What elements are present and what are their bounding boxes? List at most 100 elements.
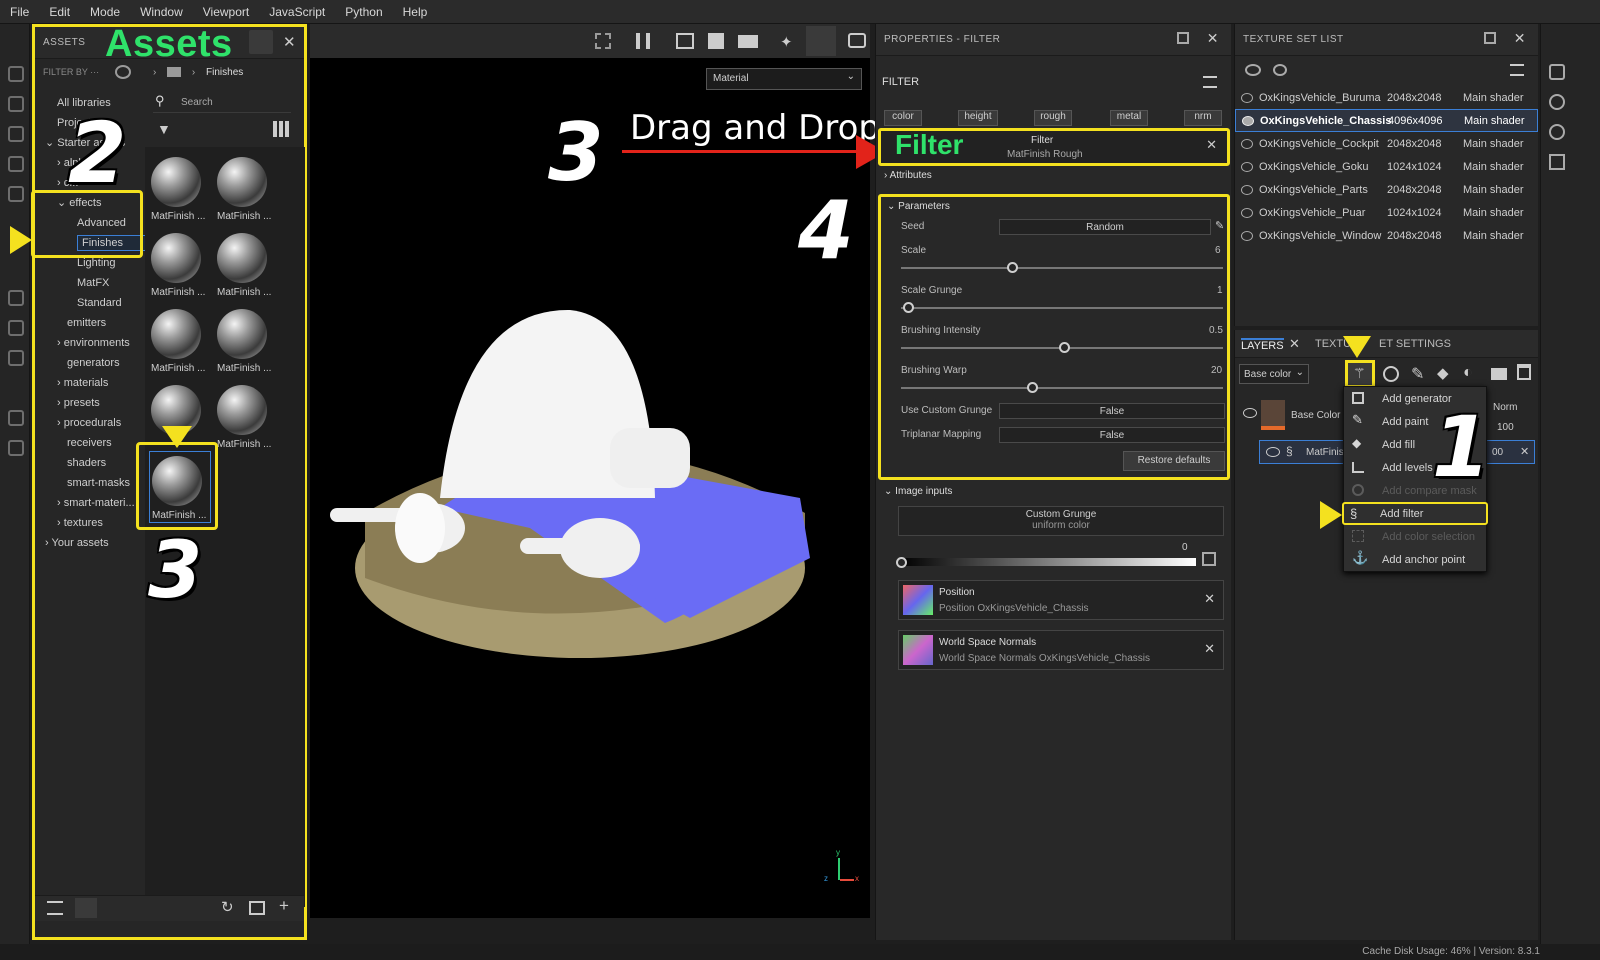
light-icon[interactable]: ✦ (780, 33, 793, 51)
opacity-value[interactable]: 100 (1497, 422, 1514, 433)
search-input[interactable]: Search (181, 97, 213, 108)
history-icon[interactable] (1549, 124, 1565, 140)
brushing-warp-slider-knob[interactable] (1027, 382, 1038, 393)
folder-icon[interactable] (167, 67, 182, 78)
bake-icon[interactable] (8, 320, 24, 336)
grid-view-icon[interactable] (273, 121, 289, 137)
add-fill-layer-icon[interactable]: ◆ (1437, 364, 1449, 382)
restore-defaults-button[interactable]: Restore defaults (1123, 451, 1225, 471)
eye-icon[interactable] (1266, 447, 1280, 457)
camera-icon[interactable] (738, 35, 758, 48)
position-input[interactable]: Position Position OxKingsVehicle_Chassis… (898, 580, 1224, 620)
log-icon[interactable] (1549, 154, 1565, 170)
screenshot-icon[interactable] (848, 33, 866, 48)
use-custom-grunge-field[interactable]: False (999, 403, 1225, 419)
brushing-warp-value[interactable]: 20 (1211, 365, 1222, 376)
shelf-icon[interactable] (8, 350, 24, 366)
edit-icon[interactable]: ✎ (1215, 219, 1224, 232)
menu-icon[interactable] (1510, 64, 1524, 76)
texture-set-row[interactable]: OxKingsVehicle_Cockpit 2048x2048 Main shad… (1235, 132, 1538, 155)
custom-grunge-input[interactable]: Custom Grunge uniform color (898, 506, 1224, 536)
plugin-icon[interactable] (8, 440, 24, 456)
layer-name[interactable]: Base Color (1291, 410, 1340, 421)
add-effect-button[interactable]: ⚚ (1345, 360, 1375, 388)
texture-set-row[interactable]: OxKingsVehicle_Parts 2048x2048 Main shader (1235, 178, 1538, 201)
brushing-warp-slider[interactable] (901, 387, 1223, 389)
scale-grunge-slider[interactable] (901, 307, 1223, 309)
tree-view-icon[interactable] (75, 898, 97, 918)
close-icon[interactable]: ✕ (1514, 30, 1526, 47)
asset-thumb[interactable]: MatFinish ... (217, 309, 271, 374)
eye-icon[interactable] (1241, 230, 1253, 241)
eye-icon[interactable] (1241, 184, 1253, 195)
eye-icon[interactable] (1243, 408, 1257, 418)
maximize-icon[interactable] (249, 30, 273, 54)
tree-standard[interactable]: Standard (43, 293, 143, 313)
asset-thumb[interactable]: MatFinish ... (217, 385, 271, 450)
eye-icon[interactable] (1241, 138, 1253, 149)
channel-nrm[interactable]: nrm (1184, 110, 1222, 126)
menu-mode[interactable]: Mode (90, 5, 120, 19)
asset-thumb[interactable]: MatFinish ... (217, 233, 271, 298)
scale-value[interactable]: 6 (1215, 245, 1221, 256)
brushing-intensity-value[interactable]: 0.5 (1209, 325, 1223, 336)
display-settings-icon[interactable] (8, 410, 24, 426)
scale-grunge-value[interactable]: 1 (1217, 285, 1223, 296)
filter-by-label[interactable]: FILTER BY ··· (43, 67, 99, 77)
tree-your-assets[interactable]: › Your assets (43, 533, 143, 553)
asset-thumb[interactable]: MatFinish ... (217, 157, 271, 222)
blend-mode[interactable]: Norm (1493, 402, 1517, 413)
channel-color[interactable]: color (884, 110, 922, 126)
delete-icon[interactable] (1517, 364, 1531, 380)
seed-field[interactable]: Random (999, 219, 1211, 235)
eye-icon[interactable] (1241, 92, 1253, 103)
clone-icon[interactable] (8, 186, 24, 202)
shader-settings-icon[interactable] (1549, 94, 1565, 110)
opacity-value[interactable]: 00 (1492, 447, 1503, 458)
menu-add-color-selection[interactable]: Add color selection (1344, 525, 1486, 548)
parameters-header[interactable]: ⌄ Parameters (887, 201, 950, 212)
world-space-normals-input[interactable]: World Space Normals World Space Normals … (898, 630, 1224, 670)
scale-grunge-slider-knob[interactable] (903, 302, 914, 313)
projection-icon[interactable] (8, 126, 24, 142)
menu-viewport[interactable]: Viewport (203, 5, 249, 19)
brushing-intensity-slider-knob[interactable] (1059, 342, 1070, 353)
add-mask-icon[interactable] (1383, 366, 1399, 382)
chevron-right-icon[interactable]: › (153, 67, 156, 78)
add-folder-icon[interactable] (1491, 368, 1507, 380)
menu-file[interactable]: File (10, 5, 29, 19)
channel-height[interactable]: height (958, 110, 998, 126)
tree-matfx[interactable]: MatFX (43, 273, 143, 293)
pause-icon[interactable] (636, 33, 650, 49)
texture-set-row[interactable]: OxKingsVehicle_Window 2048x2048 Main shade… (1235, 224, 1538, 247)
tree-presets[interactable]: › presets (43, 393, 143, 413)
remove-icon[interactable]: ✕ (1204, 591, 1215, 607)
solo-icon[interactable] (1273, 64, 1287, 76)
texture-set-row[interactable]: OxKingsVehicle_Buruma 2048x2048 Main shade… (1235, 86, 1538, 109)
tree-generators[interactable]: generators (43, 353, 143, 373)
eraser-icon[interactable] (8, 96, 24, 112)
add-icon[interactable]: + (279, 896, 289, 916)
close-icon[interactable]: ✕ (283, 33, 296, 51)
add-smart-material-icon[interactable]: ◐ (1463, 364, 1473, 382)
tree-textures[interactable]: › textures (43, 513, 143, 533)
breadcrumb-current[interactable]: Finishes (206, 67, 243, 78)
remove-icon[interactable]: ✕ (1520, 445, 1529, 458)
tree-receivers[interactable]: receivers (43, 433, 143, 453)
attributes-section[interactable]: › Attributes (884, 170, 932, 181)
list-view-icon[interactable] (47, 901, 63, 915)
export-icon[interactable] (8, 290, 24, 306)
filter-funnel-icon[interactable]: ▼ (157, 121, 171, 137)
maximize-icon[interactable] (1484, 32, 1496, 44)
tree-smart-materials[interactable]: › smart-materi... (43, 493, 143, 513)
close-icon[interactable]: ✕ (1289, 336, 1300, 352)
close-icon[interactable]: ✕ (1207, 30, 1219, 47)
channel-metal[interactable]: metal (1110, 110, 1148, 126)
asset-thumb[interactable]: MatFinish ... (151, 233, 205, 298)
texture-set-row-selected[interactable]: OxKingsVehicle_Chassis 4096x4096 Main shad… (1235, 109, 1538, 132)
texture-set-row[interactable]: OxKingsVehicle_Puar 1024x1024 Main shader (1235, 201, 1538, 224)
tab-layers[interactable]: LAYERS (1241, 338, 1284, 352)
search-bar[interactable]: ⚲ Search (153, 93, 291, 113)
channel-rough[interactable]: rough (1034, 110, 1072, 126)
menu-add-anchor-point[interactable]: ⚓ Add anchor point (1344, 548, 1486, 571)
